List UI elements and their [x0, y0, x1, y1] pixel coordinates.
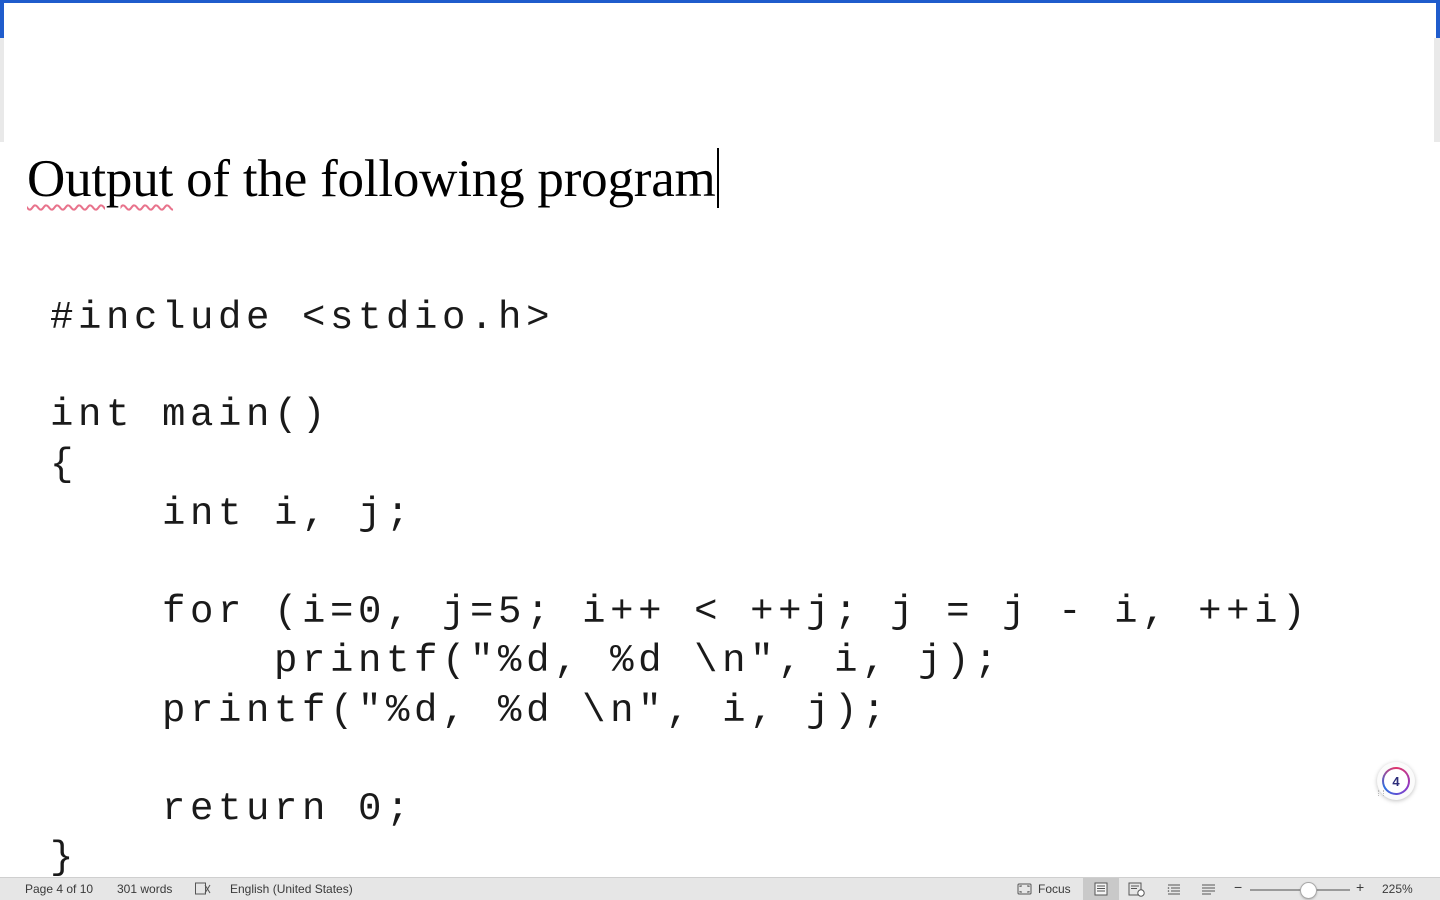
word-count-status[interactable]: 301 words	[117, 882, 172, 897]
code-line: }	[50, 836, 79, 880]
focus-icon[interactable]	[1017, 882, 1033, 899]
page-gap-right	[1434, 38, 1440, 142]
print-layout-view-button[interactable]	[1083, 878, 1119, 900]
code-line: int i, j;	[50, 492, 415, 536]
code-line: printf("%d, %d \n", i, j);	[50, 639, 1003, 683]
zoom-slider-thumb[interactable]	[1300, 882, 1317, 899]
badge-count: 4	[1382, 767, 1410, 795]
outline-icon[interactable]	[1166, 882, 1182, 899]
code-image[interactable]: #include <stdio.h> int main() { int i, j…	[50, 290, 1306, 880]
zoom-out-button[interactable]: −	[1234, 880, 1242, 895]
draft-icon[interactable]	[1201, 882, 1217, 899]
previous-page-area	[0, 0, 1440, 143]
drag-handle-icon[interactable]	[1378, 790, 1384, 796]
status-bar: Page 4 of 10 301 words English (United S…	[0, 877, 1440, 900]
notification-badge-button[interactable]: 4	[1377, 762, 1415, 800]
boundary-right-edge	[1436, 0, 1440, 38]
code-line: #include <stdio.h>	[50, 296, 555, 340]
proofing-icon[interactable]	[194, 881, 212, 900]
code-line: printf("%d, %d \n", i, j);	[50, 689, 891, 733]
focus-button[interactable]: Focus	[1038, 882, 1071, 897]
zoom-in-button[interactable]: +	[1356, 880, 1364, 895]
zoom-level[interactable]: 225%	[1382, 882, 1413, 897]
misspelled-word[interactable]: Output	[27, 150, 173, 208]
web-layout-icon[interactable]	[1128, 882, 1146, 900]
language-status[interactable]: English (United States)	[230, 882, 353, 897]
header-footer-boundary	[0, 0, 1440, 3]
page-gap-left	[0, 38, 4, 142]
word-document-window: Output of the following program #include…	[0, 0, 1440, 900]
code-line: int main()	[50, 393, 331, 437]
boundary-left-edge	[0, 0, 4, 38]
code-line: return 0;	[50, 787, 415, 831]
page-count-status[interactable]: Page 4 of 10	[25, 882, 93, 897]
heading-rest: of the following program	[173, 150, 716, 208]
code-line: for (i=0, j=5; i++ < ++j; j = j - i, ++i…	[50, 590, 1311, 634]
code-line: {	[50, 443, 79, 487]
text-cursor	[716, 148, 719, 208]
document-heading[interactable]: Output of the following program	[27, 148, 719, 210]
print-layout-icon	[1094, 882, 1108, 899]
